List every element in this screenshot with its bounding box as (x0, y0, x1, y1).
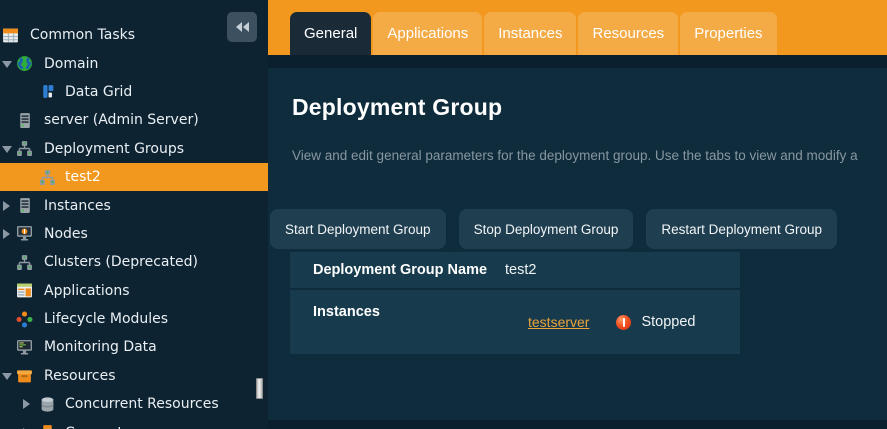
sidebar-item-clusters-deprecated[interactable]: Clusters (Deprecated) (0, 248, 268, 276)
cluster-icon (39, 169, 56, 186)
sidebar-item-label: Resources (44, 368, 116, 384)
resources-icon (16, 367, 33, 384)
database-icon (39, 396, 56, 413)
common-tasks-icon (2, 27, 19, 44)
sidebar-item-data-grid[interactable]: Data Grid (0, 78, 268, 106)
restart-deployment-group-button[interactable]: Restart Deployment Group (646, 209, 837, 249)
table-row: Deployment Group Name test2 (290, 252, 740, 288)
sidebar-item-label: Domain (44, 56, 98, 72)
sidebar-item-server-admin-server[interactable]: server (Admin Server) (0, 106, 268, 134)
page-subtitle: View and edit general parameters for the… (292, 148, 887, 163)
tree-arrow-spacer (22, 86, 34, 98)
tree-collapsed-arrow-icon[interactable] (2, 228, 14, 240)
sidebar-item-label: Instances (44, 198, 111, 214)
action-button-row: Start Deployment Group Stop Deployment Gr… (270, 209, 837, 249)
tree-arrow-spacer (2, 114, 14, 126)
sidebar-item-label: Clusters (Deprecated) (44, 254, 198, 270)
tab-applications[interactable]: Applications (373, 12, 482, 55)
data-grid-icon (39, 83, 56, 100)
sidebar-item-label: Lifecycle Modules (44, 311, 168, 327)
stop-deployment-group-button[interactable]: Stop Deployment Group (459, 209, 634, 249)
tree-expanded-arrow-icon[interactable] (2, 370, 14, 382)
start-deployment-group-button[interactable]: Start Deployment Group (270, 209, 446, 249)
collapse-left-icon (243, 22, 249, 32)
deployment-group-name-value: test2 (505, 262, 536, 278)
deployment-group-name-label: Deployment Group Name (313, 262, 505, 278)
tree-expanded-arrow-icon[interactable] (2, 143, 14, 155)
cluster-icon (16, 254, 33, 271)
page-title: Deployment Group (292, 94, 502, 121)
navigation-sidebar: Common Tasks Domain Data Grid server (Admin… (0, 0, 268, 429)
sidebar-item-test2[interactable]: test2 (0, 163, 268, 191)
server-icon (16, 197, 33, 214)
sidebar-item-label: server (Admin Server) (44, 112, 199, 128)
sidebar-item-instances[interactable]: Instances (0, 191, 268, 219)
sidebar-item-label: Applications (44, 283, 130, 299)
sidebar-item-label: Connectors (65, 425, 145, 429)
tree-arrow-spacer (2, 256, 14, 268)
instance-status: Stopped (641, 314, 695, 330)
tab-instances[interactable]: Instances (484, 12, 576, 55)
sidebar-item-label: Data Grid (65, 84, 132, 100)
tree-arrow-spacer (2, 341, 14, 353)
node-icon (16, 225, 33, 242)
domain-icon (16, 55, 33, 72)
lifecycle-icon (16, 311, 33, 328)
main-content: GeneralApplicationsInstancesResourcesPro… (268, 0, 887, 429)
general-panel: Deployment Group View and edit general p… (268, 68, 887, 420)
sidebar-item-lifecycle-modules[interactable]: Lifecycle Modules (0, 305, 268, 333)
monitoring-icon (16, 339, 33, 356)
tree-collapsed-arrow-icon[interactable] (2, 200, 14, 212)
tree-arrow-spacer (22, 171, 34, 183)
tab-resources[interactable]: Resources (578, 12, 678, 55)
sidebar-item-deployment-groups[interactable]: Deployment Groups (0, 135, 268, 163)
sidebar-item-label: Nodes (44, 226, 88, 242)
tab-properties[interactable]: Properties (680, 12, 776, 55)
server-icon (16, 112, 33, 129)
sidebar-item-applications[interactable]: Applications (0, 277, 268, 305)
sidebar-item-label: Monitoring Data (44, 339, 157, 355)
sidebar-item-nodes[interactable]: Nodes (0, 220, 268, 248)
sidebar-item-label: Concurrent Resources (65, 396, 219, 412)
sidebar-item-label: Deployment Groups (44, 141, 184, 157)
sidebar-item-domain[interactable]: Domain (0, 49, 268, 77)
deployment-group-table: Deployment Group Name test2 Instances te… (290, 252, 740, 354)
collapse-left-icon (236, 22, 242, 32)
instances-label: Instances (313, 304, 380, 320)
sidebar-collapse-button[interactable] (227, 12, 257, 42)
stopped-status-icon (616, 315, 631, 330)
tree-arrow-spacer (2, 285, 14, 297)
connector-icon (39, 424, 56, 429)
sidebar-item-label: Common Tasks (30, 27, 135, 43)
sidebar-item-monitoring-data[interactable]: Monitoring Data (0, 333, 268, 361)
sidebar-item-connectors[interactable]: Connectors (0, 418, 268, 429)
tab-general[interactable]: General (290, 12, 371, 55)
sidebar-scrollbar-thumb[interactable] (256, 378, 263, 399)
instance-link[interactable]: testserver (528, 314, 589, 330)
tree-arrow-spacer (2, 313, 14, 325)
sidebar-item-resources[interactable]: Resources (0, 362, 268, 390)
tree-expanded-arrow-icon[interactable] (2, 58, 14, 70)
table-row: Instances testserver Stopped (290, 290, 740, 354)
applications-icon (16, 282, 33, 299)
sidebar-item-label: test2 (65, 169, 101, 185)
navigation-tree: Common Tasks Domain Data Grid server (Admin… (0, 0, 268, 429)
tab-bar: GeneralApplicationsInstancesResourcesPro… (268, 0, 887, 55)
sidebar-item-concurrent-resources[interactable]: Concurrent Resources (0, 390, 268, 418)
instance-row: testserver Stopped (528, 290, 696, 354)
cluster-icon (16, 140, 33, 157)
tree-collapsed-arrow-icon[interactable] (22, 398, 34, 410)
